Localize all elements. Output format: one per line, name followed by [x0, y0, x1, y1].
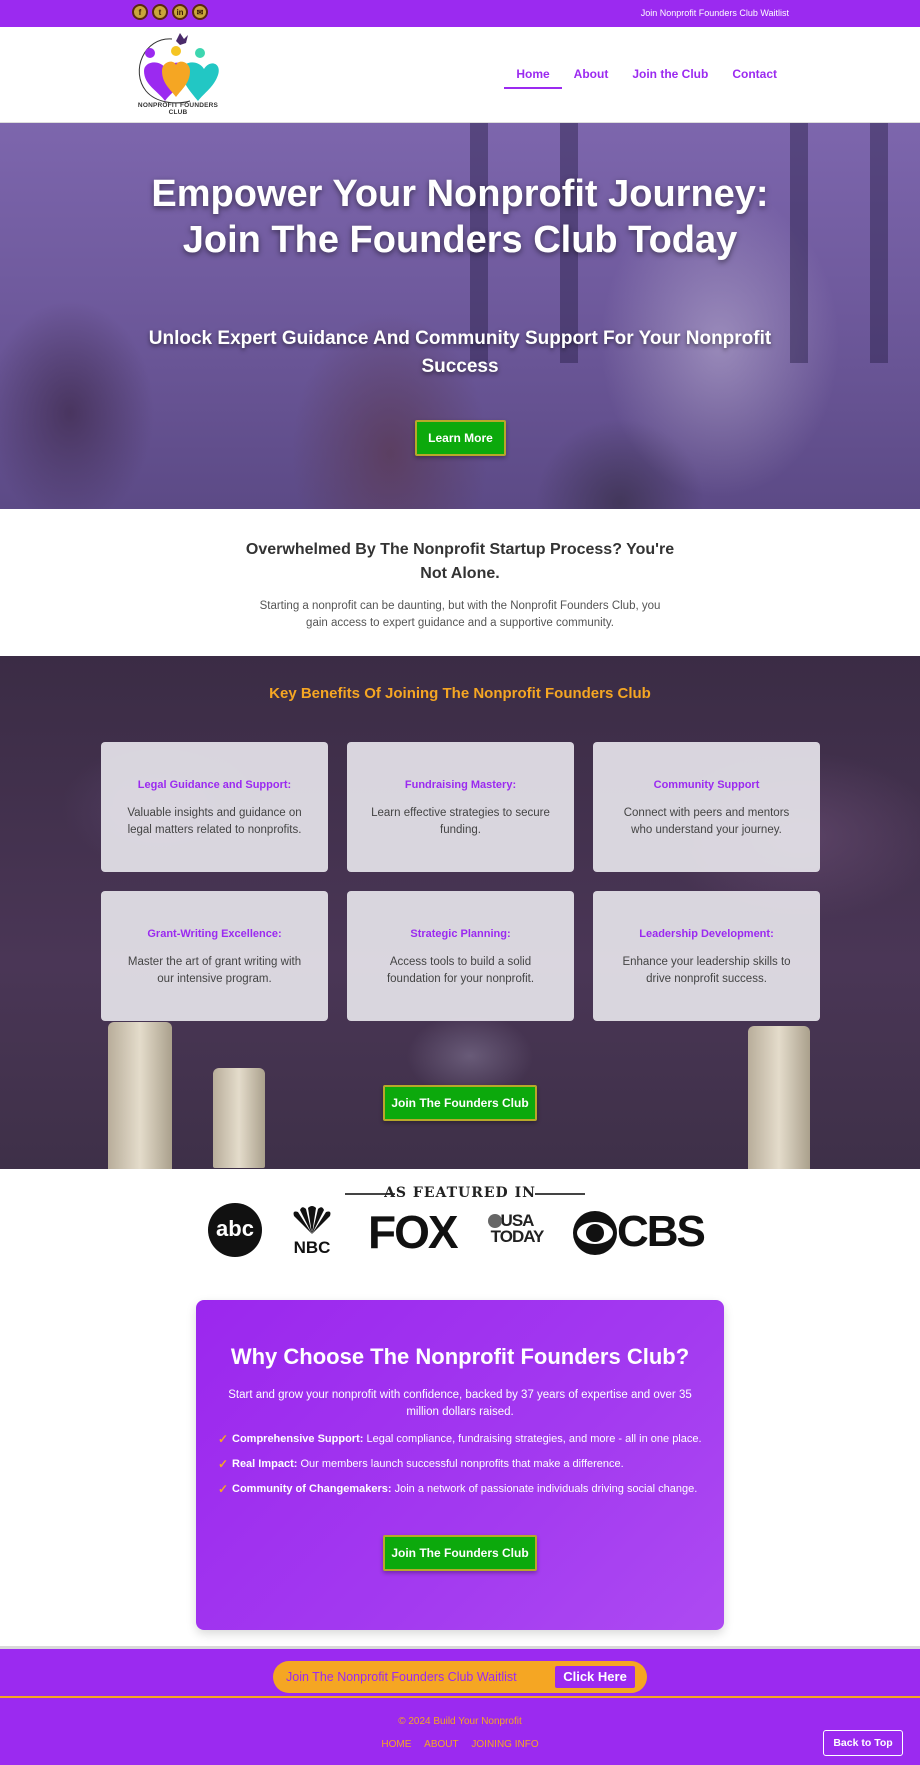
hero-bg-window: [870, 123, 888, 363]
site-footer: © 2024 Build Your Nonprofit HOME ABOUT J…: [0, 1696, 920, 1765]
benefit-card: Legal Guidance and Support: Valuable ins…: [101, 742, 328, 872]
footer-link-about[interactable]: ABOUT: [424, 1739, 458, 1750]
why-lead: Start and grow your nonprofit with confi…: [228, 1389, 692, 1418]
nav-home[interactable]: Home: [504, 67, 562, 89]
main-nav: Home About Join the Club Contact: [504, 67, 789, 89]
benefit-title: Leadership Development:: [639, 928, 774, 940]
point-title: Comprehensive Support:: [232, 1433, 364, 1445]
intro-section: Overwhelmed By The Nonprofit Startup Pro…: [0, 509, 920, 656]
point-title: Community of Changemakers:: [232, 1483, 392, 1495]
benefit-title: Community Support: [653, 779, 760, 791]
benefits-section: Key Benefits Of Joining The Nonprofit Fo…: [0, 656, 920, 1169]
social-links: f t in ✉: [132, 4, 208, 20]
join-club-button[interactable]: Join The Founders Club: [383, 1085, 537, 1121]
back-to-top-button[interactable]: Back to Top: [823, 1730, 903, 1756]
footer-nav: HOME ABOUT JOINING INFO: [0, 1739, 920, 1750]
intro-body: Starting a nonprofit can be daunting, bu…: [259, 600, 661, 629]
benefit-title: Strategic Planning:: [410, 928, 511, 940]
hero-section: Empower Your Nonprofit Journey: Join The…: [0, 123, 920, 509]
why-points: ✓ Comprehensive Support: Legal compliance…: [218, 1432, 708, 1507]
background-candle: [213, 1068, 265, 1168]
hero-subtitle: Unlock Expert Guidance And Community Sup…: [148, 328, 772, 377]
nbc-logo: NBC: [286, 1206, 338, 1258]
benefit-card: Grant-Writing Excellence: Master the art…: [101, 891, 328, 1021]
point-text: Join a network of passionate individuals…: [391, 1483, 698, 1495]
click-here-button[interactable]: Click Here: [555, 1666, 635, 1688]
list-item: ✓ Real Impact: Our members launch success…: [218, 1457, 708, 1471]
benefit-desc: Enhance your leadership skills to drive …: [622, 956, 791, 985]
cbs-eye-icon: [573, 1211, 617, 1255]
waitlist-top-link[interactable]: Join Nonprofit Founders Club Waitlist: [641, 8, 789, 18]
featured-in-section: AS FEATURED IN abc NBC FOX USA TODAY CBS: [0, 1169, 920, 1292]
logo-graphic: [138, 33, 219, 104]
site-header: NONPROFIT FOUNDERS CLUB Home About Join …: [0, 27, 920, 123]
benefit-title: Fundraising Mastery:: [404, 779, 517, 791]
benefit-desc: Valuable insights and guidance on legal …: [127, 807, 302, 836]
nav-contact[interactable]: Contact: [720, 67, 789, 89]
waitlist-pill: Join The Nonprofit Founders Club Waitlis…: [273, 1661, 647, 1693]
top-bar: f t in ✉ Join Nonprofit Founders Club Wa…: [0, 0, 920, 27]
site-logo[interactable]: NONPROFIT FOUNDERS CLUB: [132, 31, 224, 117]
background-candle: [748, 1026, 810, 1169]
check-icon: ✓: [218, 1457, 229, 1471]
benefit-desc: Master the art of grant writing with our…: [127, 956, 302, 985]
point-text: Our members launch successful nonprofits…: [297, 1458, 624, 1470]
benefit-card: Fundraising Mastery: Learn effective str…: [347, 742, 574, 872]
benefit-desc: Learn effective strategies to secure fun…: [371, 807, 550, 836]
fox-logo: FOX: [368, 1206, 459, 1258]
twitter-icon[interactable]: t: [152, 4, 168, 20]
logo-text: NONPROFIT FOUNDERS CLUB: [137, 102, 219, 116]
point-text: Legal compliance, fundraising strategies…: [363, 1433, 702, 1445]
cbs-text: CBS: [617, 1207, 706, 1256]
benefit-title: Grant-Writing Excellence:: [147, 928, 282, 940]
waitlist-bar: Join The Nonprofit Founders Club Waitlis…: [0, 1646, 920, 1696]
usa-today-dot-icon: [488, 1214, 502, 1228]
benefit-card: Leadership Development: Enhance your lea…: [593, 891, 820, 1021]
join-club-button-secondary[interactable]: Join The Founders Club: [383, 1535, 537, 1571]
nav-join-the-club[interactable]: Join the Club: [620, 67, 720, 89]
abc-logo: abc: [208, 1203, 262, 1257]
benefit-card: Community Support Connect with peers and…: [593, 742, 820, 872]
usa-today-logo: USA TODAY: [484, 1212, 550, 1246]
intro-heading: Overwhelmed By The Nonprofit Startup Pro…: [245, 541, 675, 582]
footer-link-joining-info[interactable]: JOINING INFO: [471, 1739, 538, 1750]
list-item: ✓ Comprehensive Support: Legal compliance…: [218, 1432, 708, 1446]
nav-about[interactable]: About: [562, 67, 621, 89]
copyright: © 2024 Build Your Nonprofit: [398, 1716, 522, 1727]
benefit-title: Legal Guidance and Support:: [137, 779, 292, 791]
check-icon: ✓: [218, 1482, 229, 1496]
list-item: ✓ Community of Changemakers: Join a netwo…: [218, 1482, 708, 1496]
nbc-text: NBC: [293, 1238, 331, 1257]
why-choose-card: Why Choose The Nonprofit Founders Club? …: [196, 1300, 724, 1630]
hero-title: Empower Your Nonprofit Journey: Join The…: [151, 173, 769, 261]
check-icon: ✓: [218, 1432, 229, 1446]
point-title: Real Impact:: [232, 1458, 298, 1470]
benefits-heading: Key Benefits Of Joining The Nonprofit Fo…: [269, 685, 651, 702]
learn-more-button[interactable]: Learn More: [415, 420, 506, 456]
background-candle: [108, 1022, 172, 1169]
linkedin-icon[interactable]: in: [172, 4, 188, 20]
why-heading: Why Choose The Nonprofit Founders Club?: [230, 1344, 690, 1369]
benefit-desc: Access tools to build a solid foundation…: [386, 956, 535, 985]
divider: [535, 1193, 585, 1195]
footer-link-home[interactable]: HOME: [381, 1739, 411, 1750]
benefit-desc: Connect with peers and mentors who under…: [623, 807, 790, 836]
peacock-icon: [293, 1206, 331, 1234]
facebook-icon[interactable]: f: [132, 4, 148, 20]
waitlist-text: Join The Nonprofit Founders Club Waitlis…: [286, 1670, 517, 1684]
email-icon[interactable]: ✉: [192, 4, 208, 20]
benefit-card: Strategic Planning: Access tools to buil…: [347, 891, 574, 1021]
usa-today-text-2: TODAY: [490, 1227, 545, 1246]
